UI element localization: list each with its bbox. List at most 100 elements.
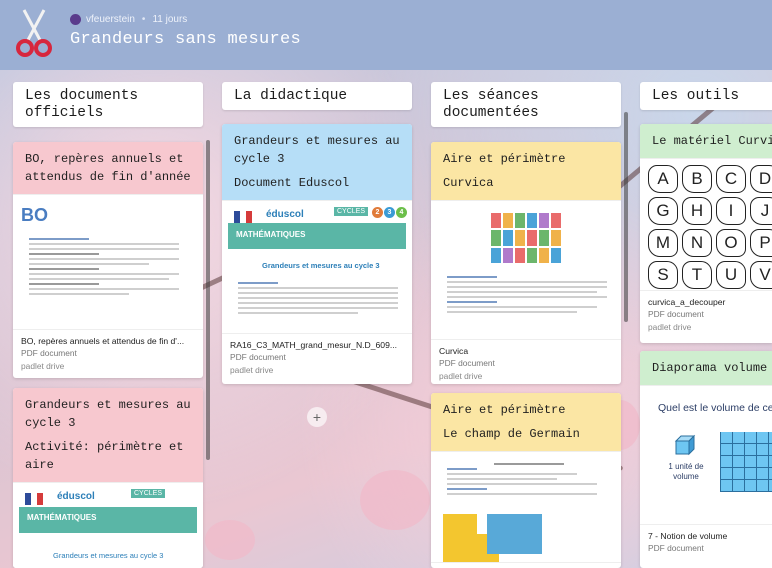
field-shape xyxy=(487,514,542,554)
curvica-tile: V xyxy=(750,261,772,289)
column-scrollbar[interactable] xyxy=(624,112,628,322)
post-card[interactable]: Le matériel Curvica ABCDEGHIJKMNOPQSTUVW… xyxy=(640,124,772,343)
card-title: Grandeurs et mesures au cycle 3 xyxy=(234,134,400,166)
post-age: 11 jours xyxy=(152,14,188,25)
curvica-tile: T xyxy=(682,261,712,289)
attachment-info[interactable]: RA16_C3_MATH_grand_mesur_N.D_609... PDF … xyxy=(222,334,412,381)
curvica-tile: U xyxy=(716,261,746,289)
card-header: Grandeurs et mesures au cycle 3 Activité… xyxy=(13,388,203,482)
card-header: Aire et périmètre Le champ de Germain xyxy=(431,393,621,451)
attachment-preview[interactable]: BO xyxy=(13,194,203,330)
unit-cube-icon xyxy=(674,434,696,456)
column-scrollbar[interactable] xyxy=(206,140,210,460)
card-title: Le matériel Curvica xyxy=(652,134,772,148)
thumb-doc-title: Grandeurs et mesures au cycle 3 xyxy=(53,551,164,560)
eduscol-logo: éduscol xyxy=(57,491,95,502)
attachment-info[interactable]: curvica_a_decouper PDF document padlet d… xyxy=(640,291,772,338)
cycles-label: CYCLES xyxy=(131,489,166,498)
curvica-pieces-thumb xyxy=(491,213,561,263)
attachment-type: PDF document xyxy=(648,309,704,319)
curvica-tile: D xyxy=(750,165,772,193)
unit-label: 1 unité de volume xyxy=(668,462,704,481)
attachment-source: padlet drive xyxy=(439,371,483,381)
column-documents-officiels: Les documents officiels xyxy=(13,82,203,127)
attachment-name: curvica_a_decouper xyxy=(648,297,726,307)
card-title: Diaporama volume xyxy=(652,361,768,375)
cycles-label: CYCLES xyxy=(334,207,369,216)
background-blossom xyxy=(205,520,255,560)
card-title: Aire et périmètre xyxy=(443,152,566,166)
avatar[interactable] xyxy=(70,14,81,25)
post-card[interactable]: BO, repères annuels et attendus de fin d… xyxy=(13,142,203,378)
attachment-info[interactable]: BO, repères annuels et attendus de fin d… xyxy=(13,330,203,377)
curvica-tile: S xyxy=(648,261,678,289)
slide-title: Quel est le volume de ce pavé ? xyxy=(658,402,772,414)
card-title: BO, repères annuels et attendus de fin d… xyxy=(25,152,191,184)
curvica-tile: N xyxy=(682,229,712,257)
attachment-preview[interactable]: éduscol CYCLES MATHÉMATIQUES Grandeurs e… xyxy=(13,482,203,568)
attachment-source: padlet drive xyxy=(21,361,65,371)
curvica-tile: P xyxy=(750,229,772,257)
attachment-type: PDF document xyxy=(21,348,77,358)
eduscol-logo: éduscol xyxy=(266,209,304,220)
padlet-header: vfeuerstein • 11 jours Grandeurs sans me… xyxy=(0,0,772,70)
padlet-title: Grandeurs sans mesures xyxy=(70,30,302,49)
attachment-name: BO, repères annuels et attendus de fin d… xyxy=(21,336,185,346)
curvica-tiles: ABCDEGHIJKMNOPQSTUVW xyxy=(640,159,772,290)
curvica-tile: M xyxy=(648,229,678,257)
add-post-button[interactable]: + xyxy=(307,407,327,427)
subject-label: MATHÉMATIQUES xyxy=(27,513,97,522)
attachment-info[interactable]: Curvica PDF document padlet drive xyxy=(431,340,621,384)
curvica-tile: C xyxy=(716,165,746,193)
attachment-info[interactable]: 7 - Notion de volume PDF document xyxy=(640,525,772,559)
post-card[interactable]: Diaporama volume Quel est le volume de c… xyxy=(640,351,772,568)
card-title: Aire et périmètre xyxy=(443,403,566,417)
curvica-tile: A xyxy=(648,165,678,193)
bo-logo: BO xyxy=(21,205,48,225)
curvica-tile: I xyxy=(716,197,746,225)
curvica-tile: G xyxy=(648,197,678,225)
card-header: BO, repères annuels et attendus de fin d… xyxy=(13,142,203,194)
column-title: Les séances documentées xyxy=(431,82,621,127)
post-card[interactable]: Aire et périmètre Le champ de Germain xyxy=(431,393,621,568)
attachment-source: padlet drive xyxy=(230,365,274,375)
column-title: Les outils xyxy=(640,82,772,110)
attachment-preview[interactable]: ABCDEGHIJKMNOPQSTUVW xyxy=(640,158,772,291)
attachment-type: PDF document xyxy=(439,358,495,368)
column-didactique: La didactique xyxy=(222,82,412,110)
attachment-preview[interactable] xyxy=(431,451,621,563)
post-card[interactable]: Grandeurs et mesures au cycle 3 Activité… xyxy=(13,388,203,568)
thumb-doc-title: Grandeurs et mesures au cycle 3 xyxy=(262,261,380,270)
card-header: Aire et périmètre Curvica xyxy=(431,142,621,200)
attachment-preview[interactable] xyxy=(431,200,621,340)
card-subtitle: Document Eduscol xyxy=(234,176,350,190)
attachment-name: 7 - Notion de volume xyxy=(648,531,728,541)
curvica-tile: H xyxy=(682,197,712,225)
curvica-tile: B xyxy=(682,165,712,193)
attachment-type: PDF document xyxy=(648,543,704,553)
attachment-preview[interactable]: éduscol CYCLES 2 3 4 MATHÉMATIQUES Grand… xyxy=(222,200,412,334)
column-seances-documentees: Les séances documentées xyxy=(431,82,621,127)
field-shape xyxy=(443,514,477,562)
column-outils: Les outils xyxy=(640,82,772,110)
attachment-name: RA16_C3_MATH_grand_mesur_N.D_609... xyxy=(230,340,398,350)
attachment-source: padlet drive xyxy=(648,322,692,332)
subject-label: MATHÉMATIQUES xyxy=(236,230,306,239)
post-card[interactable]: Grandeurs et mesures au cycle 3 Document… xyxy=(222,124,412,384)
card-title: Grandeurs et mesures au cycle 3 xyxy=(25,398,191,430)
card-subtitle: Activité: périmètre et aire xyxy=(25,440,184,472)
author-name[interactable]: vfeuerstein xyxy=(86,14,135,25)
curvica-tile: O xyxy=(716,229,746,257)
card-header: Le matériel Curvica xyxy=(640,124,772,158)
card-subtitle: Curvica xyxy=(443,176,494,190)
post-card[interactable]: Aire et périmètre Curvica Curvica PDF do… xyxy=(431,142,621,384)
attachment-type: PDF document xyxy=(230,352,286,362)
background-blossom xyxy=(360,470,430,530)
separator-dot: • xyxy=(141,14,146,25)
attachment-preview[interactable]: Quel est le volume de ce pavé ? 1 unité … xyxy=(640,385,772,525)
column-title: La didactique xyxy=(222,82,412,110)
card-header: Grandeurs et mesures au cycle 3 Document… xyxy=(222,124,412,200)
card-subtitle: Le champ de Germain xyxy=(443,427,580,441)
card-header: Diaporama volume xyxy=(640,351,772,385)
column-title: Les documents officiels xyxy=(13,82,203,127)
